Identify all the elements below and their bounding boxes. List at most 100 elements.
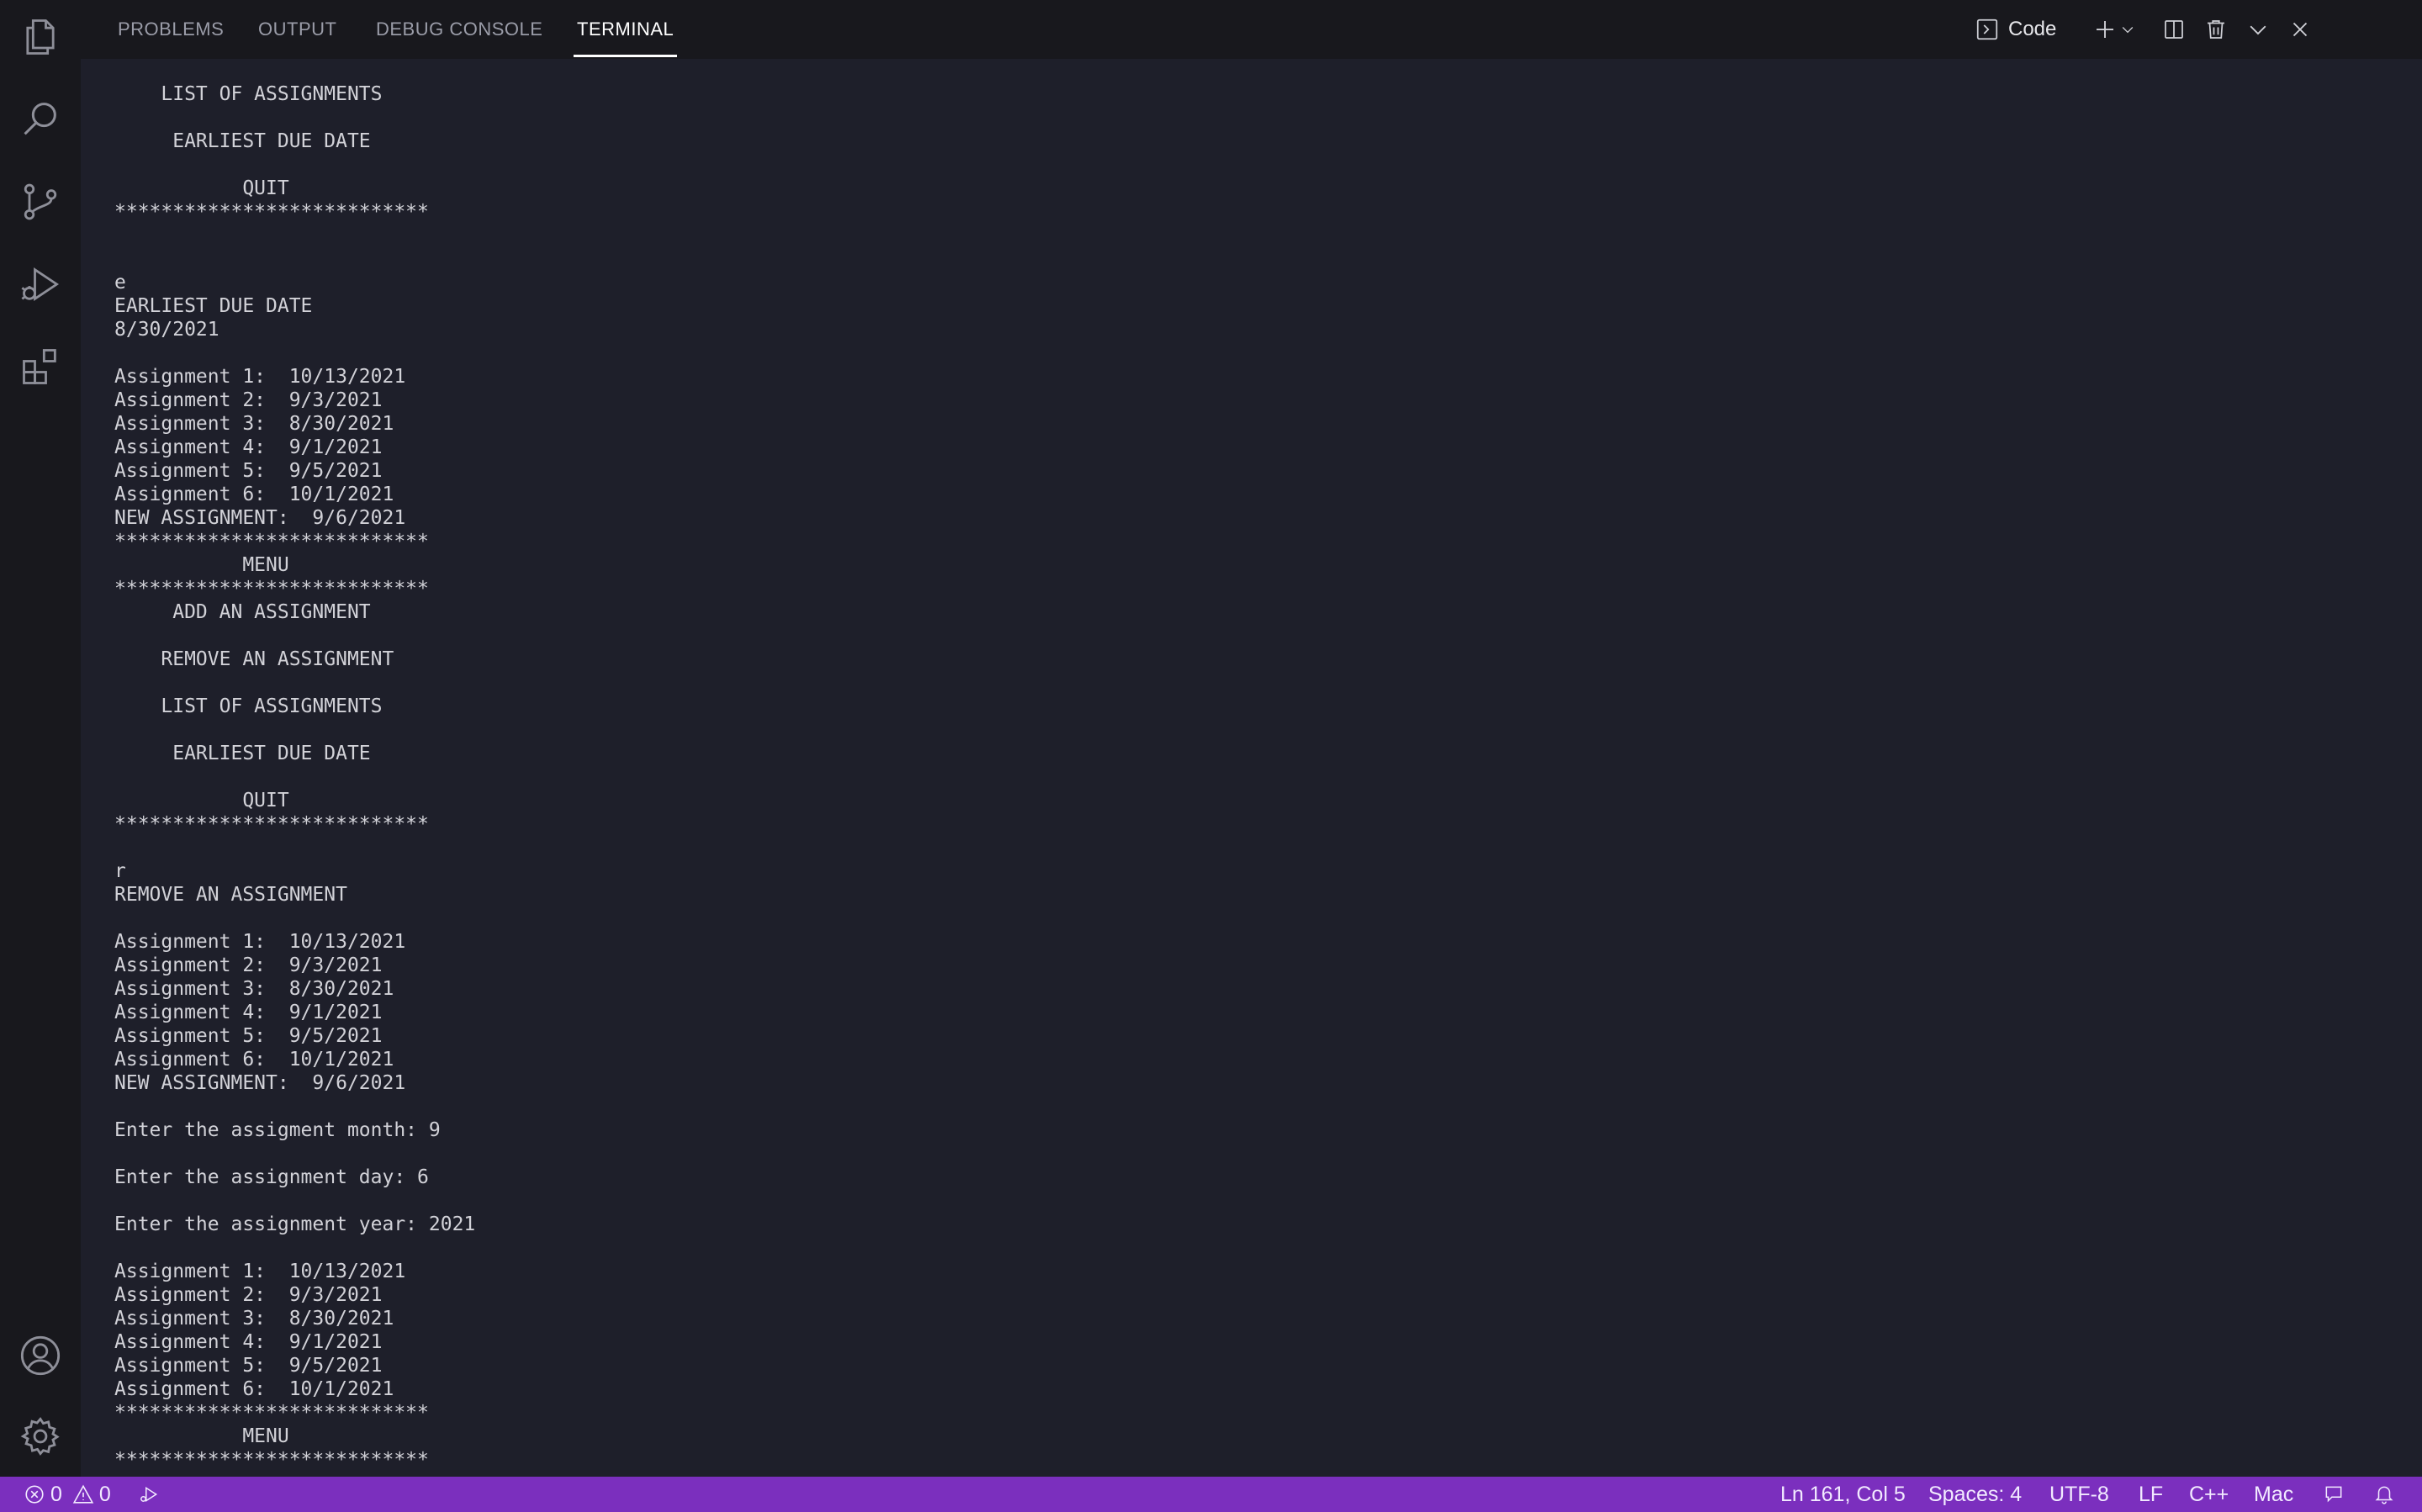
tab-terminal[interactable]: TERMINAL xyxy=(573,0,678,59)
terminal-line: EARLIEST DUE DATE xyxy=(114,130,371,152)
source-control-icon[interactable] xyxy=(15,177,66,227)
terminal-output: LIST OF ASSIGNMENTS EARLIEST DUE DATE QU… xyxy=(114,82,475,1472)
terminal-line: Enter the assignment day: 6 xyxy=(114,1166,429,1188)
plus-icon xyxy=(2097,21,2113,38)
terminal-line: *************************** xyxy=(114,201,429,223)
terminal-name-label: Code xyxy=(2008,18,2057,40)
terminal-line: r xyxy=(114,860,126,882)
terminal-line: Assignment 3: 8/30/2021 xyxy=(114,978,394,1000)
notifications-button[interactable] xyxy=(2373,1477,2395,1512)
warning-count: 0 xyxy=(98,1482,111,1506)
terminal-line: QUIT xyxy=(114,790,289,812)
extensions-icon[interactable] xyxy=(15,341,66,392)
platform[interactable]: Mac xyxy=(2254,1477,2293,1512)
bell-icon xyxy=(2375,1486,2393,1504)
terminal-line: *************************** xyxy=(114,531,429,552)
panel-header: PROBLEMS OUTPUT DEBUG CONSOLE TERMINAL C… xyxy=(81,0,2422,59)
language-mode[interactable]: C++ xyxy=(2189,1477,2229,1512)
terminal-icon xyxy=(1976,19,1998,40)
settings-gear-icon[interactable] xyxy=(15,1411,66,1462)
account-icon[interactable] xyxy=(15,1330,66,1381)
terminal-line: Assignment 5: 9/5/2021 xyxy=(114,1355,383,1377)
terminal-line: Assignment 4: 9/1/2021 xyxy=(114,1331,383,1353)
maximize-panel-button[interactable] xyxy=(2245,14,2271,45)
terminal-line: Enter the assignment year: 2021 xyxy=(114,1213,476,1235)
terminal-line: QUIT xyxy=(114,177,289,199)
split-terminal-button[interactable] xyxy=(2161,14,2187,45)
run-debug-icon xyxy=(140,1487,158,1502)
tab-output[interactable]: OUTPUT xyxy=(258,0,336,59)
terminal-line: Assignment 1: 10/13/2021 xyxy=(114,366,406,388)
trash-icon xyxy=(2208,20,2224,39)
terminal-line: NEW ASSIGNMENT: 9/6/2021 xyxy=(114,1072,406,1094)
indentation[interactable]: Spaces: 4 xyxy=(1928,1477,2022,1512)
terminal-line: Assignment 1: 10/13/2021 xyxy=(114,931,406,953)
new-terminal-button[interactable] xyxy=(2092,14,2118,45)
terminal-line: Assignment 2: 9/3/2021 xyxy=(114,954,383,976)
encoding[interactable]: UTF-8 xyxy=(2049,1477,2109,1512)
run-debug-icon[interactable] xyxy=(15,259,66,309)
terminal-line: EARLIEST DUE DATE xyxy=(114,295,313,317)
terminal-line: e xyxy=(114,272,126,293)
activity-bar xyxy=(0,0,81,1477)
tab-debug-console[interactable]: DEBUG CONSOLE xyxy=(376,0,542,59)
end-of-line[interactable]: LF xyxy=(2139,1477,2163,1512)
terminal-line: Assignment 3: 8/30/2021 xyxy=(114,1308,394,1330)
files-icon[interactable] xyxy=(15,12,66,62)
close-icon xyxy=(2292,22,2308,37)
terminal-launch-profile[interactable]: Code xyxy=(1975,14,2056,45)
feedback-button[interactable] xyxy=(2323,1477,2345,1512)
chevron-down-icon xyxy=(2122,27,2134,34)
chevron-down-icon xyxy=(2250,25,2266,35)
error-icon xyxy=(25,1485,44,1504)
feedback-icon xyxy=(2325,1486,2342,1503)
terminal-line: *************************** xyxy=(114,813,429,835)
terminal-line: Assignment 6: 10/1/2021 xyxy=(114,484,394,505)
terminal-line: LIST OF ASSIGNMENTS xyxy=(114,83,383,105)
terminal-line: MENU xyxy=(114,554,289,576)
terminal-profile-dropdown[interactable] xyxy=(2119,14,2136,45)
terminal-line: Assignment 6: 10/1/2021 xyxy=(114,1049,394,1071)
problems-status[interactable]: 0 0 xyxy=(24,1477,111,1512)
vscode-window: PROBLEMS OUTPUT DEBUG CONSOLE TERMINAL C… xyxy=(0,0,2422,1512)
terminal-line: Assignment 4: 9/1/2021 xyxy=(114,436,383,458)
terminal-line: *************************** xyxy=(114,578,429,600)
debug-launch-status[interactable] xyxy=(138,1477,160,1512)
tab-problems[interactable]: PROBLEMS xyxy=(118,0,224,59)
terminal-line: REMOVE AN ASSIGNMENT xyxy=(114,648,394,670)
terminal-line: NEW ASSIGNMENT: 9/6/2021 xyxy=(114,507,406,529)
terminal-view[interactable]: LIST OF ASSIGNMENTS EARLIEST DUE DATE QU… xyxy=(81,59,2422,1477)
terminal-line: Assignment 1: 10/13/2021 xyxy=(114,1261,406,1282)
terminal-line: EARLIEST DUE DATE xyxy=(114,743,371,764)
terminal-line: Assignment 2: 9/3/2021 xyxy=(114,389,383,411)
kill-terminal-button[interactable] xyxy=(2203,14,2229,45)
terminal-line: 8/30/2021 xyxy=(114,319,219,341)
cursor-position[interactable]: Ln 161, Col 5 xyxy=(1780,1477,1906,1512)
terminal-line: REMOVE AN ASSIGNMENT xyxy=(114,884,347,906)
terminal-line: *************************** xyxy=(114,1402,429,1424)
terminal-line: Assignment 5: 9/5/2021 xyxy=(114,460,383,482)
panel-actions: Code xyxy=(1951,0,2422,59)
terminal-line: LIST OF ASSIGNMENTS xyxy=(114,695,383,717)
warning-icon xyxy=(72,1484,94,1504)
status-bar: 0 0 Ln 161, Col 5 Spaces: 4 UTF-8 LF C++… xyxy=(0,1477,2422,1512)
terminal-line: Assignment 4: 9/1/2021 xyxy=(114,1002,383,1023)
error-count: 0 xyxy=(50,1482,62,1506)
terminal-line: Assignment 3: 8/30/2021 xyxy=(114,413,394,435)
search-icon[interactable] xyxy=(15,94,66,145)
terminal-line: *************************** xyxy=(114,1449,429,1471)
close-panel-button[interactable] xyxy=(2287,14,2313,45)
